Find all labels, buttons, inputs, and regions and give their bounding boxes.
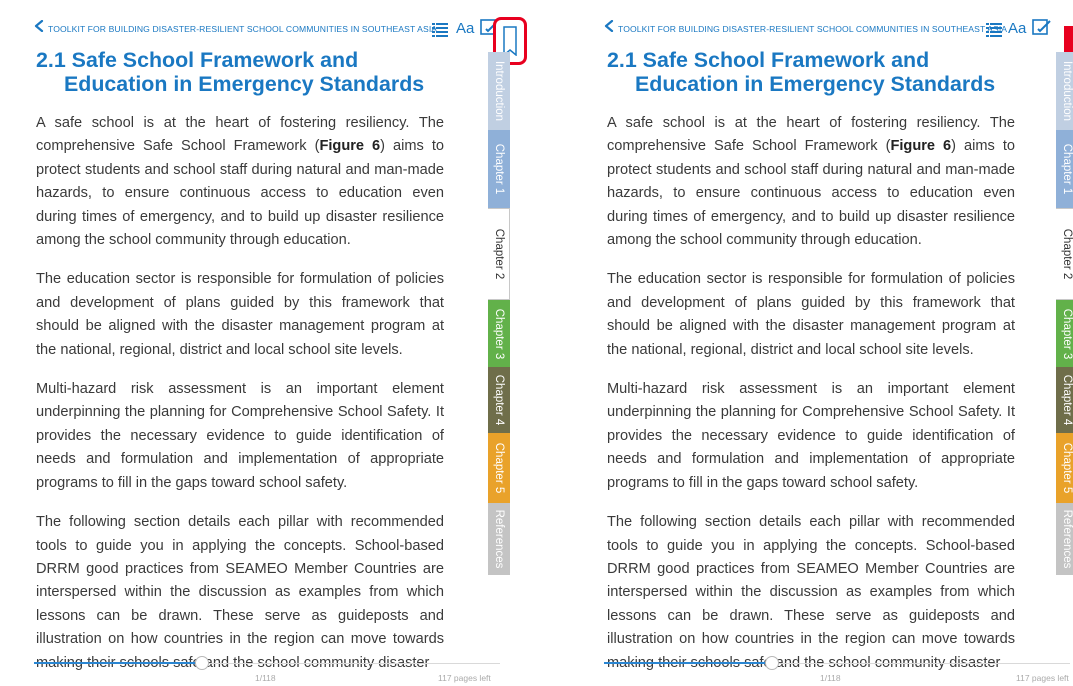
tab-introduction[interactable]: Introduction [488,52,510,130]
tab-references[interactable]: References [1056,503,1073,575]
back-chevron-icon[interactable] [34,20,44,32]
paragraph-1-text-b: ) aims to protect students and school st… [607,138,1016,249]
tab-label: References [493,509,505,569]
slider-knob[interactable] [764,656,779,670]
page-slider[interactable] [604,656,1070,670]
tab-label: Chapter 3 [493,308,505,359]
top-toolbar: TOOLKIT FOR BUILDING DISASTER-RESILIENT … [570,14,1073,60]
reader-view-left: TOOLKIT FOR BUILDING DISASTER-RESILIENT … [0,0,536,686]
tab-chapter-3[interactable]: Chapter 3 [1056,300,1073,367]
figure-reference[interactable]: Figure 6 [890,138,951,154]
paragraph-1-text-b: ) aims to protect students and school st… [36,138,445,249]
paragraph-4: The following section details each pilla… [607,514,1015,671]
back-chevron-icon[interactable] [604,20,614,32]
tab-label: Chapter 2 [492,228,505,280]
tab-label: Chapter 4 [493,374,505,426]
tab-chapter-4[interactable]: Chapter 4 [1056,367,1073,433]
page-content: 2.1 Safe School Framework and Education … [36,48,444,675]
tab-label: Chapter 5 [493,442,505,494]
paragraph-4: The following section details each pilla… [36,514,444,671]
table-of-contents-icon[interactable] [432,23,448,42]
section-title: 2.1 Safe School Framework and Education … [36,48,425,96]
paragraph-2: The education sector is responsible for … [36,271,444,358]
tab-chapter-4[interactable]: Chapter 4 [488,367,510,433]
top-toolbar: TOOLKIT FOR BUILDING DISASTER-RESILIENT … [0,14,536,65]
note-edit-icon[interactable] [1032,18,1052,41]
book-title[interactable]: TOOLKIT FOR BUILDING DISASTER-RESILIENT … [618,24,1007,34]
tab-chapter-5[interactable]: Chapter 5 [488,433,510,503]
tab-label: Introduction [493,60,505,122]
tab-label: Chapter 3 [1061,308,1073,359]
tab-chapter-3[interactable]: Chapter 3 [488,300,510,367]
pages-left: 117 pages left [438,673,491,683]
paragraph-3: Multi-hazard risk assessment is an impor… [607,381,1015,491]
pages-left: 117 pages left [1016,673,1069,683]
paragraph-3: Multi-hazard risk assessment is an impor… [36,381,444,491]
font-settings-button[interactable]: Aa [1008,20,1026,37]
paragraph-1: A safe school is at the heart of fosteri… [36,112,444,252]
tab-chapter-1[interactable]: Chapter 1 [488,130,510,208]
reader-view-right: TOOLKIT FOR BUILDING DISASTER-RESILIENT … [570,0,1073,686]
tab-label: Introduction [1061,60,1073,122]
tab-chapter-2[interactable]: Chapter 2 [488,208,510,300]
page-slider[interactable] [34,656,500,670]
tab-label: Chapter 4 [1061,374,1073,426]
tab-label: Chapter 1 [493,143,505,195]
slider-knob[interactable] [194,656,209,670]
tab-label: Chapter 2 [1060,228,1073,280]
chapter-tabs: Introduction Chapter 1 Chapter 2 Chapter… [488,52,512,575]
book-title[interactable]: TOOLKIT FOR BUILDING DISASTER-RESILIENT … [48,24,437,34]
section-title: 2.1 Safe School Framework and Education … [607,48,996,96]
chapter-tabs: Introduction Chapter 1 Chapter 2 Chapter… [1056,52,1073,575]
font-settings-button[interactable]: Aa [456,20,474,37]
page-number: 1/118 [820,673,841,683]
tab-chapter-1[interactable]: Chapter 1 [1056,130,1073,208]
page-content: 2.1 Safe School Framework and Education … [607,48,1015,675]
paragraph-1: A safe school is at the heart of fosteri… [607,112,1015,252]
slider-fill [604,662,772,664]
tab-label: Chapter 1 [1061,143,1073,195]
tab-label: References [1061,509,1073,569]
tab-references[interactable]: References [488,503,510,575]
tab-introduction[interactable]: Introduction [1056,52,1073,130]
table-of-contents-icon[interactable] [986,23,1002,42]
tab-label: Chapter 5 [1061,442,1073,494]
page-number: 1/118 [255,673,276,683]
tab-chapter-2[interactable]: Chapter 2 [1056,208,1073,300]
slider-fill [34,662,202,664]
paragraph-2: The education sector is responsible for … [607,271,1015,358]
tab-chapter-5[interactable]: Chapter 5 [1056,433,1073,503]
figure-reference[interactable]: Figure 6 [319,138,380,154]
